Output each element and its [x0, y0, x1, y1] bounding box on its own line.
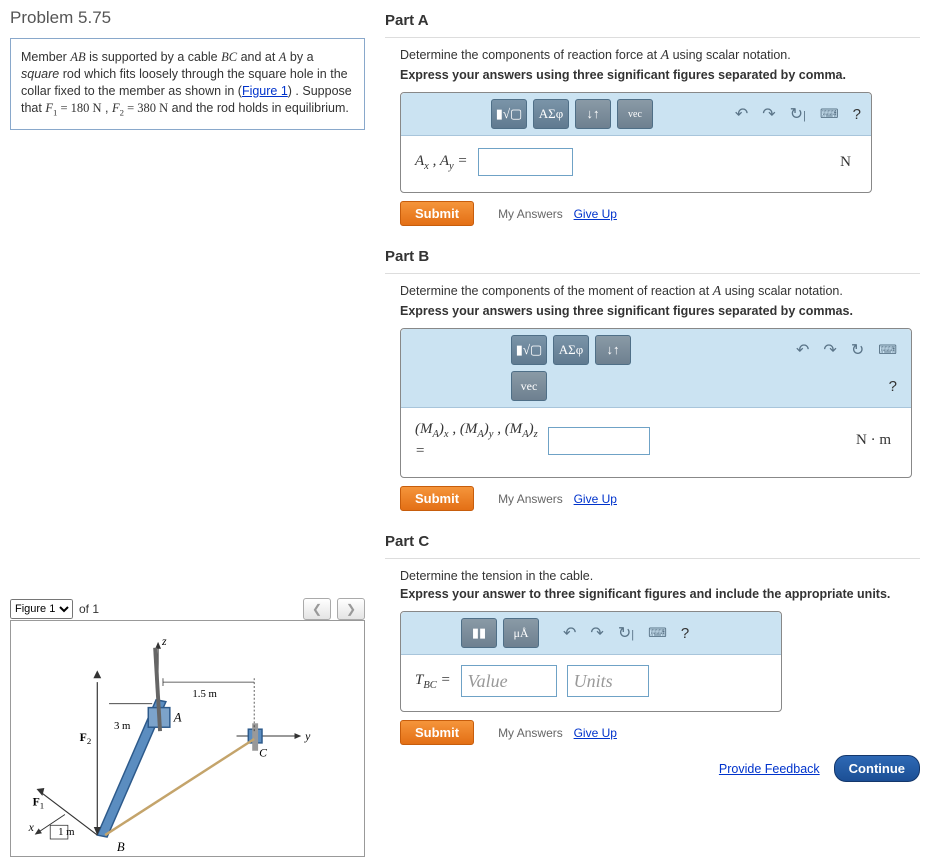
- part-c-value-input[interactable]: [461, 665, 557, 697]
- give-up-link[interactable]: Give Up: [574, 207, 617, 221]
- redo-icon[interactable]: ↷: [758, 104, 779, 124]
- greek-button[interactable]: ΑΣφ: [533, 99, 569, 129]
- part-b-title: Part B: [385, 248, 920, 265]
- arrows-button[interactable]: ↓↑: [595, 335, 631, 365]
- continue-button[interactable]: Continue: [834, 755, 920, 782]
- keyboard-icon[interactable]: ⌨: [816, 106, 843, 122]
- part-c-title: Part C: [385, 533, 920, 550]
- help-icon[interactable]: ?: [849, 106, 865, 123]
- figure-prev-button[interactable]: ❮: [303, 598, 331, 620]
- svg-text:x: x: [28, 821, 35, 834]
- greek-button[interactable]: ΑΣφ: [553, 335, 589, 365]
- figure-image: z y x C A B: [10, 620, 365, 857]
- part-b-input[interactable]: [548, 427, 650, 455]
- svg-text:F2: F2: [80, 731, 92, 746]
- part-a-toolbar: ▮√▢ ΑΣφ ↓↑ vec ↶ ↷ ↻| ⌨ ?: [401, 93, 871, 136]
- part-c-instruction: Determine the tension in the cable.: [400, 569, 920, 583]
- reset-icon[interactable]: ↻|: [614, 623, 638, 643]
- part-c-units-input[interactable]: [567, 665, 649, 697]
- my-answers-link[interactable]: My Answers: [498, 492, 563, 506]
- part-a-express: Express your answers using three signifi…: [400, 68, 920, 82]
- svg-text:A: A: [173, 710, 182, 724]
- undo-icon[interactable]: ↶: [792, 340, 813, 360]
- templates-button[interactable]: ▮√▢: [511, 335, 547, 365]
- svg-text:3 m: 3 m: [114, 720, 131, 732]
- part-a-instruction: Determine the components of reaction for…: [400, 48, 920, 64]
- part-b-instruction: Determine the components of the moment o…: [400, 284, 920, 300]
- svg-text:C: C: [259, 747, 267, 760]
- undo-icon[interactable]: ↶: [559, 623, 580, 643]
- reset-icon[interactable]: ↻: [847, 340, 868, 360]
- part-c-var-label: TBC =: [415, 672, 451, 691]
- problem-number: Problem 5.75: [10, 8, 365, 28]
- part-a-unit: N: [840, 154, 857, 171]
- give-up-link[interactable]: Give Up: [574, 726, 617, 740]
- keyboard-icon[interactable]: ⌨: [644, 625, 671, 641]
- part-a-input[interactable]: [478, 148, 573, 176]
- figure-link[interactable]: Figure 1: [242, 84, 288, 98]
- help-icon[interactable]: ?: [885, 378, 901, 395]
- mu-a-button[interactable]: μÅ: [503, 618, 539, 648]
- units-tool-button[interactable]: ▮▮: [461, 618, 497, 648]
- my-answers-link[interactable]: My Answers: [498, 726, 563, 740]
- part-c-submit-button[interactable]: Submit: [400, 720, 474, 745]
- part-a-var-label: Ax , Ay =: [415, 153, 468, 172]
- part-c-toolbar: ▮▮ μÅ ↶ ↷ ↻| ⌨ ?: [401, 612, 781, 655]
- svg-text:y: y: [304, 730, 311, 743]
- templates-button[interactable]: ▮√▢: [491, 99, 527, 129]
- svg-text:B: B: [117, 840, 125, 854]
- figure-select[interactable]: Figure 1: [10, 599, 73, 619]
- arrows-button[interactable]: ↓↑: [575, 99, 611, 129]
- part-b-toolbar: ▮√▢ ΑΣφ ↓↑ ↶ ↷ ↻ ⌨ vec ?: [401, 329, 911, 408]
- part-c-express: Express your answer to three significant…: [400, 587, 920, 601]
- redo-icon[interactable]: ↷: [819, 340, 840, 360]
- give-up-link[interactable]: Give Up: [574, 492, 617, 506]
- figure-count: of 1: [79, 602, 99, 616]
- part-b-submit-button[interactable]: Submit: [400, 486, 474, 511]
- part-b-unit: N · m: [856, 432, 897, 449]
- part-b-var-label: (MA)x , (MA)y , (MA)z=: [415, 420, 538, 461]
- part-a-submit-button[interactable]: Submit: [400, 201, 474, 226]
- reset-icon[interactable]: ↻|: [786, 104, 810, 124]
- vec-button[interactable]: vec: [617, 99, 653, 129]
- vec-button[interactable]: vec: [511, 371, 547, 401]
- problem-statement: Member AB is supported by a cable BC and…: [10, 38, 365, 130]
- svg-text:F1: F1: [33, 796, 45, 811]
- figure-next-button[interactable]: ❯: [337, 598, 365, 620]
- provide-feedback-link[interactable]: Provide Feedback: [719, 762, 820, 776]
- undo-icon[interactable]: ↶: [731, 104, 752, 124]
- part-b-express: Express your answers using three signifi…: [400, 304, 920, 318]
- keyboard-icon[interactable]: ⌨: [874, 342, 901, 358]
- help-icon[interactable]: ?: [677, 625, 693, 642]
- redo-icon[interactable]: ↷: [586, 623, 607, 643]
- my-answers-link[interactable]: My Answers: [498, 207, 563, 221]
- svg-text:z: z: [161, 635, 167, 648]
- svg-text:1.5 m: 1.5 m: [192, 688, 217, 700]
- svg-text:1 m: 1 m: [58, 826, 75, 838]
- part-a-title: Part A: [385, 12, 920, 29]
